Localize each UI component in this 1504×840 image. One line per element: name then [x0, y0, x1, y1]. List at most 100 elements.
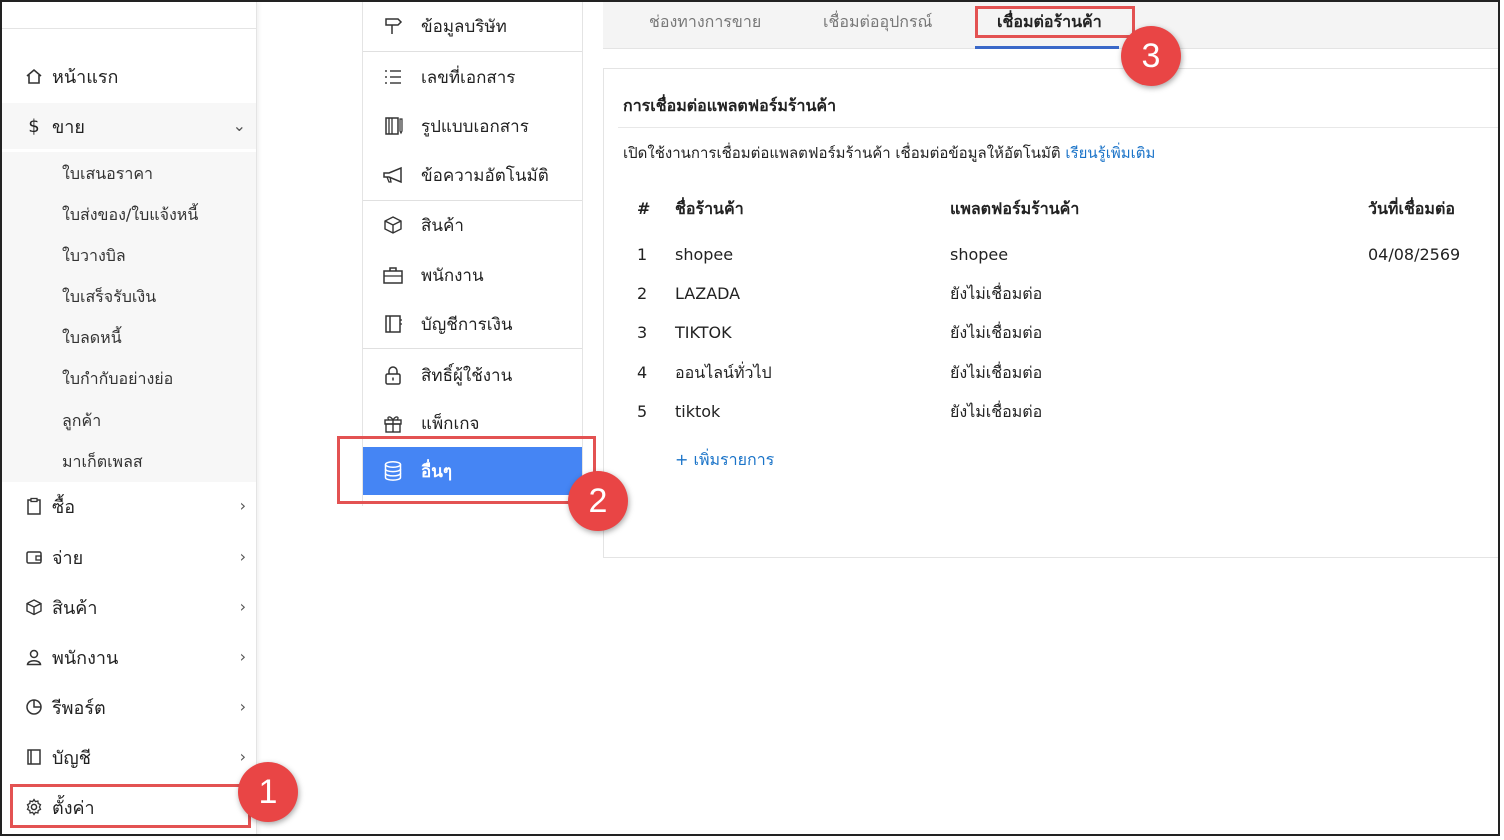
settings-item-auto-message[interactable]: ข้อความอัตโนมัติ [363, 152, 582, 198]
menu-divider [363, 51, 582, 52]
lock-icon [381, 363, 405, 387]
document-style-icon [381, 114, 405, 138]
row-number: 4 [637, 363, 648, 382]
settings-item-others[interactable]: อื่นๆ [363, 447, 582, 495]
user-icon [24, 647, 44, 667]
chevron-right-icon: › [239, 597, 246, 616]
chevron-right-icon: › [239, 496, 246, 515]
tab-sales-channel[interactable]: ช่องทางการขาย [649, 10, 761, 34]
chevron-down-icon: ⌄ [232, 116, 246, 135]
dollar-icon: $ [28, 115, 40, 137]
chevron-right-icon: › [239, 697, 246, 716]
active-tab-indicator [975, 46, 1119, 49]
row-platform: ยังไม่เชื่อมต่อ [950, 363, 1043, 382]
submenu-item-quotation[interactable]: ใบเสนอราคา [62, 161, 153, 187]
sidebar-item-settings[interactable]: ตั้งค่า [2, 784, 256, 830]
row-platform: shopee [950, 245, 1009, 264]
chevron-right-icon: › [239, 547, 246, 566]
settings-item-products[interactable]: สินค้า [363, 202, 582, 248]
row-number: 3 [637, 323, 648, 342]
settings-item-label: อื่นๆ [421, 461, 452, 482]
settings-item-employees[interactable]: พนักงาน [363, 252, 582, 298]
sidebar-item-employees[interactable]: พนักงาน › [2, 634, 256, 680]
settings-item-label: รูปแบบเอกสาร [421, 116, 529, 137]
ledger-icon [381, 312, 405, 336]
row-connected-date: 04/08/2569 [1368, 245, 1461, 264]
signpost-icon [381, 14, 405, 38]
column-header-connected-date: วันที่เชื่อมต่อ [1368, 199, 1455, 218]
row-platform: ยังไม่เชื่อมต่อ [950, 323, 1043, 342]
step-badge-2: 2 [568, 471, 628, 531]
tab-bar: ช่องทางการขาย เชื่อมต่ออุปกรณ์ เชื่อมต่อ… [603, 2, 1499, 49]
pie-chart-icon [24, 697, 44, 717]
panel-divider [618, 127, 1498, 128]
sale-submenu: ใบเสนอราคา ใบส่งของ/ใบแจ้งหนี้ ใบวางบิล … [2, 152, 256, 482]
gift-icon [381, 411, 405, 435]
list-icon [381, 65, 405, 89]
sidebar-item-label: ตั้งค่า [52, 797, 95, 819]
sidebar-item-label: หน้าแรก [52, 66, 119, 88]
box-icon [381, 213, 405, 237]
sidebar-item-label: บัญชี [52, 747, 91, 769]
sidebar-item-products[interactable]: สินค้า › [2, 584, 256, 630]
menu-divider [363, 200, 582, 201]
row-store-name: LAZADA [675, 284, 741, 303]
row-store-name: tiktok [675, 402, 721, 421]
submenu-item-credit-note[interactable]: ใบลดหนี้ [62, 325, 122, 351]
settings-item-user-permission[interactable]: สิทธิ์ผู้ใช้งาน [363, 352, 582, 398]
submenu-item-invoice[interactable]: ใบส่งของ/ใบแจ้งหนี้ [62, 202, 198, 228]
sidebar-item-label: รีพอร์ต [52, 697, 106, 719]
row-platform: ยังไม่เชื่อมต่อ [950, 402, 1043, 421]
row-number: 5 [637, 402, 648, 421]
clipboard-icon [24, 496, 44, 516]
row-store-name: shopee [675, 245, 734, 264]
settings-menu: ข้อมูลบริษัท เลขที่เอกสาร รูปแบบเอกสาร ข… [362, 2, 583, 506]
settings-item-doc-number[interactable]: เลขที่เอกสาร [363, 54, 582, 100]
settings-item-label: สิทธิ์ผู้ใช้งาน [421, 365, 513, 386]
settings-item-label: ข้อความอัตโนมัติ [421, 165, 549, 186]
sidebar-item-label: ขาย [52, 116, 85, 138]
settings-item-label: ข้อมูลบริษัท [421, 16, 507, 37]
sidebar-item-pay[interactable]: จ่าย › [2, 534, 256, 580]
sidebar-item-report[interactable]: รีพอร์ต › [2, 684, 256, 730]
settings-item-label: บัญชีการเงิน [421, 314, 513, 335]
sidebar-item-sale[interactable]: $ ขาย ⌄ [2, 103, 256, 149]
panel-title: การเชื่อมต่อแพลตฟอร์มร้านค้า [623, 96, 837, 115]
settings-item-finance-account[interactable]: บัญชีการเงิน [363, 301, 582, 347]
sidebar-item-purchase[interactable]: ซื้อ › [2, 483, 256, 529]
chevron-right-icon: › [239, 647, 246, 666]
settings-item-label: พนักงาน [421, 265, 484, 286]
row-platform: ยังไม่เชื่อมต่อ [950, 284, 1043, 303]
main-sidebar: หน้าแรก $ ขาย ⌄ ใบเสนอราคา ใบส่งของ/ใบแจ… [2, 2, 257, 836]
description-text: เปิดใช้งานการเชื่อมต่อแพลตฟอร์มร้านค้า เ… [623, 144, 1061, 162]
submenu-item-short-tax-invoice[interactable]: ใบกำกับอย่างย่อ [62, 366, 173, 392]
tab-connect-store[interactable]: เชื่อมต่อร้านค้า [997, 10, 1102, 34]
add-item-link[interactable]: + เพิ่มรายการ [675, 448, 774, 473]
step-badge-3: 3 [1121, 26, 1181, 86]
submenu-item-billing[interactable]: ใบวางบิล [62, 243, 126, 269]
settings-item-company-info[interactable]: ข้อมูลบริษัท [363, 3, 582, 49]
settings-item-label: สินค้า [421, 215, 464, 236]
briefcase-icon [381, 263, 405, 287]
submenu-item-receipt[interactable]: ใบเสร็จรับเงิน [62, 284, 156, 310]
column-header-number: # [637, 199, 651, 218]
database-icon [381, 459, 405, 483]
settings-item-label: เลขที่เอกสาร [421, 67, 516, 88]
book-icon [24, 747, 44, 767]
learn-more-link[interactable]: เรียนรู้เพิ่มเติม [1065, 144, 1155, 162]
step-badge-1: 1 [238, 762, 298, 822]
panel-description: เปิดใช้งานการเชื่อมต่อแพลตฟอร์มร้านค้า เ… [623, 141, 1155, 165]
settings-item-doc-format[interactable]: รูปแบบเอกสาร [363, 103, 582, 149]
sidebar-item-account[interactable]: บัญชี › [2, 734, 256, 780]
home-icon [24, 66, 44, 86]
sidebar-item-home[interactable]: หน้าแรก [2, 53, 256, 99]
sidebar-item-label: พนักงาน [52, 647, 119, 669]
sidebar-item-label: สินค้า [52, 597, 98, 619]
submenu-item-customers[interactable]: ลูกค้า [62, 408, 101, 434]
column-header-store-name: ชื่อร้านค้า [675, 199, 744, 218]
settings-item-package[interactable]: แพ็กเกจ [363, 400, 582, 446]
wallet-icon [24, 547, 44, 567]
gear-icon [24, 797, 44, 817]
tab-connect-device[interactable]: เชื่อมต่ออุปกรณ์ [823, 10, 932, 34]
submenu-item-marketplace[interactable]: มาเก็ตเพลส [62, 449, 143, 475]
